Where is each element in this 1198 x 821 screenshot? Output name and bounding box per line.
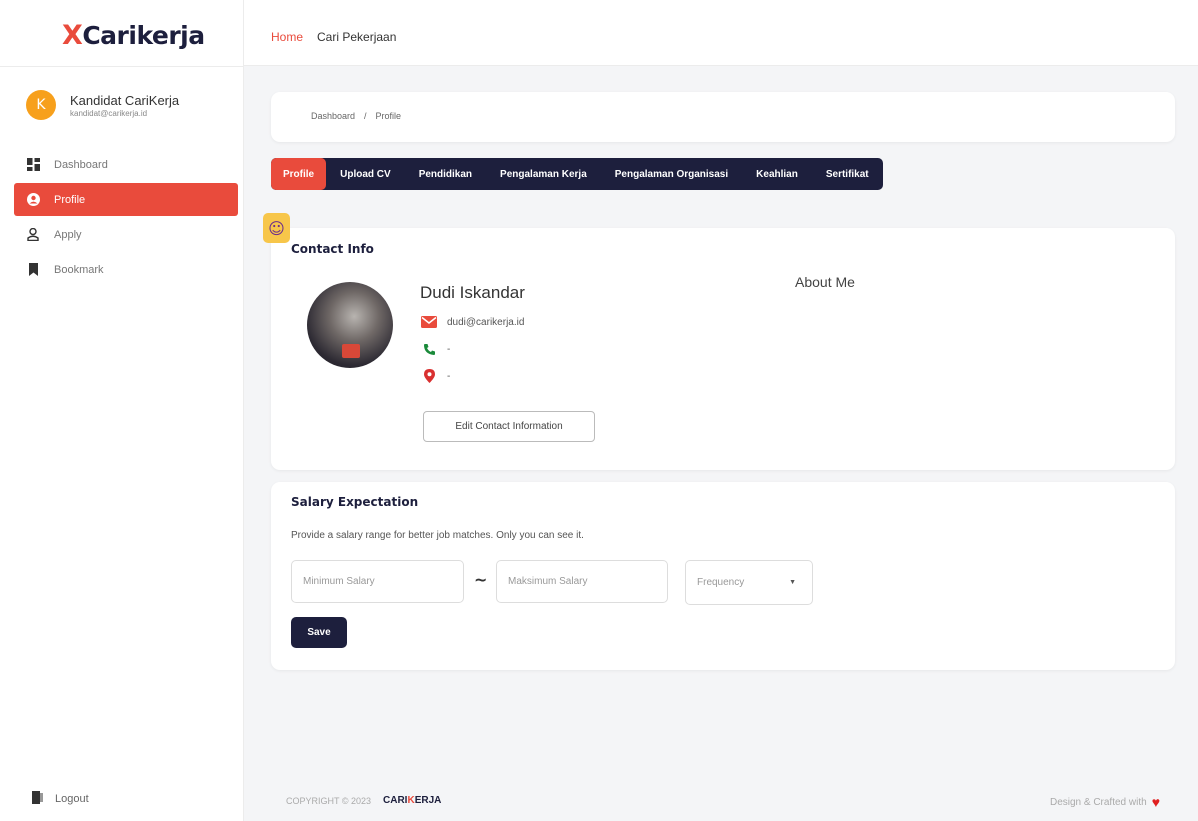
profile-photo[interactable] — [307, 282, 393, 368]
footer-brand-part: ERJA — [414, 795, 442, 806]
logout-label: Logout — [55, 793, 89, 805]
save-button[interactable]: Save — [291, 617, 347, 648]
tab-pengalaman-organisasi[interactable]: Pengalaman Organisasi — [601, 158, 742, 190]
breadcrumb-current: Profile — [375, 111, 402, 121]
tab-keahlian[interactable]: Keahlian — [742, 158, 812, 190]
photo-edit-badge[interactable] — [342, 344, 360, 358]
user-info: K Kandidat CariKerja kandidat@carikerja.… — [26, 90, 179, 120]
frequency-placeholder: Frequency — [697, 577, 745, 588]
tab-sertifikat[interactable]: Sertifikat — [812, 158, 883, 190]
edit-contact-button[interactable]: Edit Contact Information — [423, 411, 595, 442]
caret-down-icon: ▼ — [789, 579, 796, 586]
dashboard-icon — [26, 158, 40, 172]
frequency-select[interactable]: Frequency ▼ — [685, 560, 813, 605]
sidebar-nav: Dashboard Profile Apply Bookmark — [14, 148, 238, 288]
phone-icon — [421, 342, 437, 356]
phone-value: - — [447, 343, 451, 355]
phone-row: - — [421, 342, 450, 356]
location-value: - — [447, 370, 451, 382]
about-me-title: About Me — [795, 274, 855, 290]
mascot-icon: ☺ — [263, 213, 290, 243]
location-row: - — [421, 369, 450, 383]
footer-brand: CARIKERJA — [383, 795, 441, 806]
location-pin-icon — [421, 369, 437, 383]
email-value: dudi@carikerja.id — [447, 316, 525, 328]
brand-logo-text: Carikerja — [82, 21, 205, 50]
user-name: Kandidat CariKerja — [70, 92, 180, 108]
bookmark-icon — [26, 263, 40, 277]
brand-logo-x: X — [62, 20, 83, 51]
sidebar-item-profile[interactable]: Profile — [14, 183, 238, 216]
avatar: K — [26, 90, 56, 120]
breadcrumb-dashboard[interactable]: Dashboard — [311, 111, 355, 121]
credit-text: Design & Crafted with — [1049, 796, 1147, 808]
tab-profile[interactable]: Profile — [271, 158, 327, 190]
sidebar-item-label: Dashboard — [54, 158, 108, 171]
logout-icon — [32, 791, 43, 807]
contact-info-card — [271, 228, 1175, 470]
sidebar-item-label: Apply — [54, 228, 82, 241]
sidebar-item-dashboard[interactable]: Dashboard — [14, 148, 238, 181]
sidebar-item-label: Profile — [54, 193, 86, 206]
brand-logo[interactable]: XCarikerja — [62, 20, 205, 51]
mail-icon — [421, 315, 437, 329]
sidebar-item-label: Bookmark — [54, 263, 104, 276]
minimum-salary-input[interactable] — [291, 560, 464, 603]
breadcrumb-card: Dashboard / Profile — [271, 92, 1175, 142]
top-nav: Home Cari Pekerjaan — [271, 30, 396, 44]
contact-info-title: Contact Info — [291, 242, 374, 256]
breadcrumb-separator: / — [364, 111, 367, 121]
footer-brand-part: CARI — [383, 795, 408, 806]
sidebar-divider — [0, 66, 244, 67]
breadcrumb: Dashboard / Profile — [311, 111, 401, 121]
footer-brand-accent: K — [407, 795, 415, 806]
sidebar-item-bookmark[interactable]: Bookmark — [14, 253, 238, 286]
salary-title: Salary Expectation — [291, 495, 419, 509]
range-separator: ~ — [474, 570, 488, 589]
top-bar: Home Cari Pekerjaan — [244, 0, 1198, 66]
footer-credit: Design & Crafted with ♥ — [1050, 794, 1160, 810]
person-icon — [26, 228, 40, 242]
heart-icon: ♥ — [1151, 794, 1160, 810]
salary-description: Provide a salary range for better job ma… — [291, 530, 584, 541]
tab-pendidikan[interactable]: Pendidikan — [405, 158, 486, 190]
profile-name: Dudi Iskandar — [420, 283, 525, 302]
sidebar: XCarikerja K Kandidat CariKerja kandidat… — [0, 0, 244, 821]
user-circle-icon — [26, 193, 40, 207]
maximum-salary-input[interactable] — [496, 560, 668, 603]
tab-pengalaman-kerja[interactable]: Pengalaman Kerja — [486, 158, 601, 190]
footer-copyright: COPYRIGHT © 2023 CARIKERJA — [286, 795, 441, 806]
email-row: dudi@carikerja.id — [421, 315, 524, 329]
user-email: kandidat@carikerja.id — [70, 108, 148, 118]
profile-tabs: Profile Upload CV Pendidikan Pengalaman … — [271, 158, 883, 190]
nav-link-home[interactable]: Home — [271, 30, 303, 44]
tab-upload-cv[interactable]: Upload CV — [326, 158, 405, 190]
sidebar-item-apply[interactable]: Apply — [14, 218, 238, 251]
copyright-text: COPYRIGHT © 2023 — [286, 795, 371, 806]
logout-button[interactable]: Logout — [32, 791, 89, 807]
nav-link-cari-pekerjaan[interactable]: Cari Pekerjaan — [317, 30, 396, 44]
